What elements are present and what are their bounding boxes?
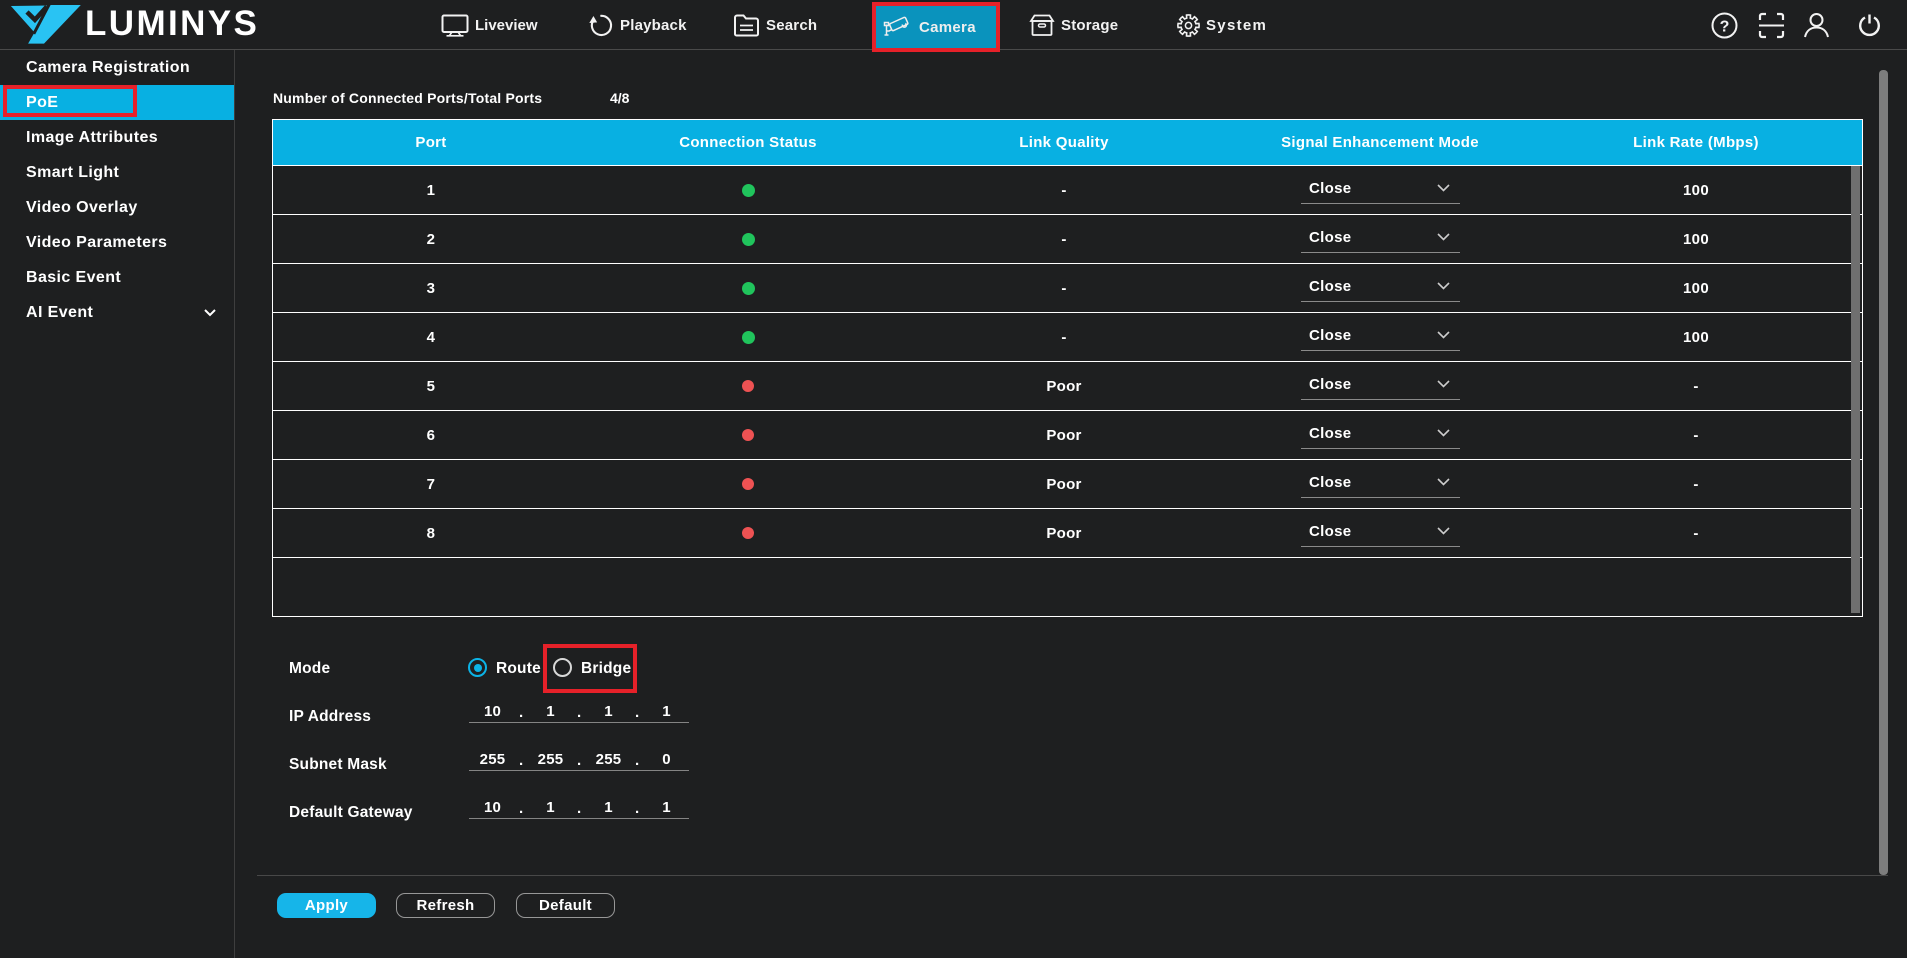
svg-text:?: ? [1720,18,1730,35]
